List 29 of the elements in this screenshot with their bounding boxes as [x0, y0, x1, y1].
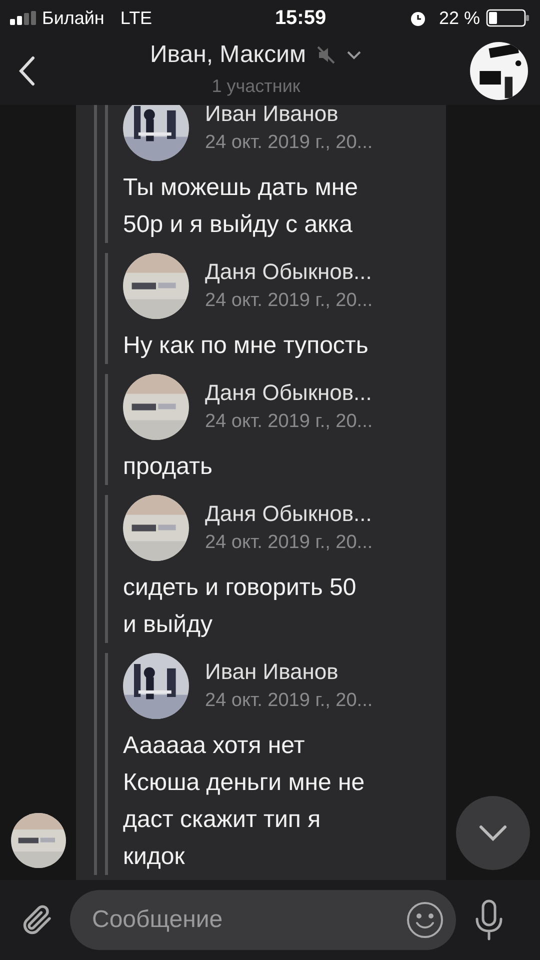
message-text: Ну как по мне тупость — [123, 331, 370, 361]
emoji-icon[interactable] — [406, 901, 444, 939]
participant-count: 1 участник — [212, 75, 300, 98]
chevron-down-icon[interactable] — [346, 50, 362, 60]
network-type: LTE — [120, 6, 152, 30]
message-date: 24 окт. 2019 г., 20... — [205, 688, 373, 713]
message-text: Ты можешь дать мне 50р и я выйду с акка — [123, 173, 360, 240]
muted-icon — [316, 45, 336, 65]
message-text: Аааааа хотя нет Ксюша деньги мне не даст скажит тип я кидок — [123, 731, 366, 872]
author-name: Иван Иванов — [205, 658, 340, 686]
message-date: 24 окт. 2019 г., 20... — [205, 288, 373, 313]
battery-percent: 22 % — [438, 6, 480, 30]
message-text: продать — [123, 452, 214, 482]
battery-icon — [486, 8, 530, 28]
message-field[interactable]: Сообщение — [70, 890, 456, 950]
message-date: 24 окт. 2019 г., 20... — [205, 530, 373, 555]
chevron-down-icon — [478, 824, 508, 842]
alarm-icon — [408, 9, 427, 27]
author-name: Иван Иванов — [205, 105, 340, 128]
author-name: Даня Обыкнов... — [205, 500, 373, 528]
carrier-name: Билайн — [42, 6, 104, 30]
author-name: Даня Обыкнов... — [205, 378, 373, 407]
message-date: 24 окт. 2019 г., 20... — [205, 410, 373, 434]
clock: 15:59 — [274, 6, 326, 31]
signal-icon — [10, 11, 38, 25]
chat-title[interactable]: Иван, Максим — [150, 37, 306, 73]
author-name: Даня Обыкнов... — [205, 258, 373, 286]
message-text: сидеть и говорить 50 и выйду — [123, 573, 358, 640]
message-date: 24 окт. 2019 г., 20... — [205, 130, 373, 155]
